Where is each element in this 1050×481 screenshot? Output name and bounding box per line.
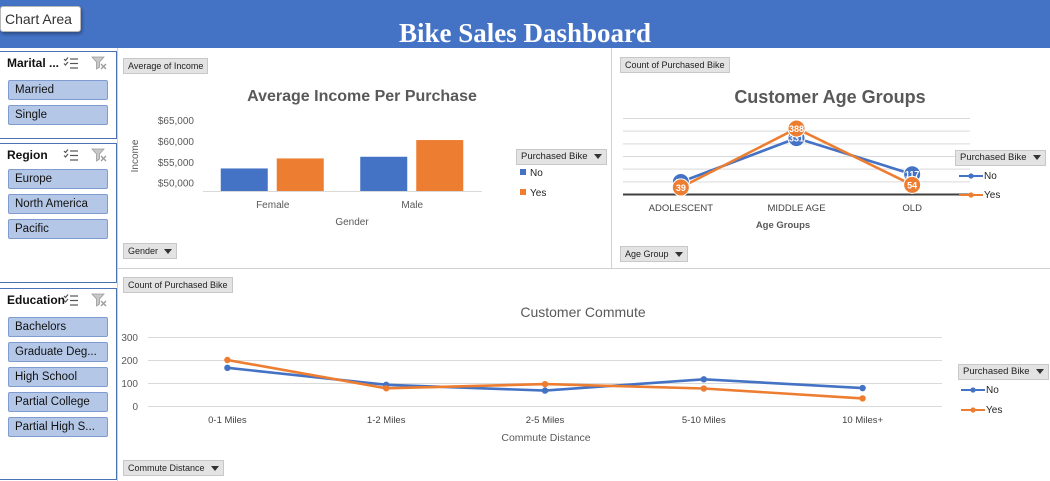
legend-marker-no [961, 387, 985, 393]
legend-title: Purchased Bike [963, 366, 1030, 377]
x-tick-label: 0-1 Miles [208, 415, 247, 426]
data-point-no [224, 364, 231, 372]
y-tick-label: 100 [121, 379, 138, 390]
dropdown-arrow-icon [1035, 368, 1044, 374]
data-point-yes [383, 385, 390, 392]
data-point-no [541, 387, 549, 394]
x-tick-label: 1-2 Miles [367, 415, 406, 426]
legend-marker-yes [961, 407, 985, 413]
y-tick-label: 300 [121, 333, 138, 344]
chart-title: Customer Commute [520, 304, 645, 320]
legend-field-button-purchased-bike[interactable]: Purchased Bike [958, 364, 1049, 380]
legend-entry-no: No [960, 385, 999, 397]
data-point-yes [224, 356, 231, 364]
legend-label-no: No [986, 385, 999, 396]
data-point-yes [700, 385, 707, 392]
data-point-yes [859, 395, 866, 402]
legend-entry-yes: Yes [960, 405, 1002, 417]
y-tick-label: 200 [121, 356, 138, 367]
x-axis-label: Commute Distance [501, 432, 590, 444]
x-tick-label: 2-5 Miles [526, 415, 565, 426]
data-point-yes [541, 380, 549, 388]
customer-commute-chart: Customer Commute 0 100 200 300 0-1 Miles 1-2 M… [121, 304, 942, 444]
data-point-no [700, 376, 707, 383]
y-tick-label: 0 [132, 402, 138, 413]
legend-label-yes: Yes [986, 405, 1003, 416]
data-point-no [859, 384, 866, 392]
x-tick-label: 10 Miles+ [842, 415, 883, 426]
x-tick-label: 5-10 Miles [682, 415, 726, 426]
